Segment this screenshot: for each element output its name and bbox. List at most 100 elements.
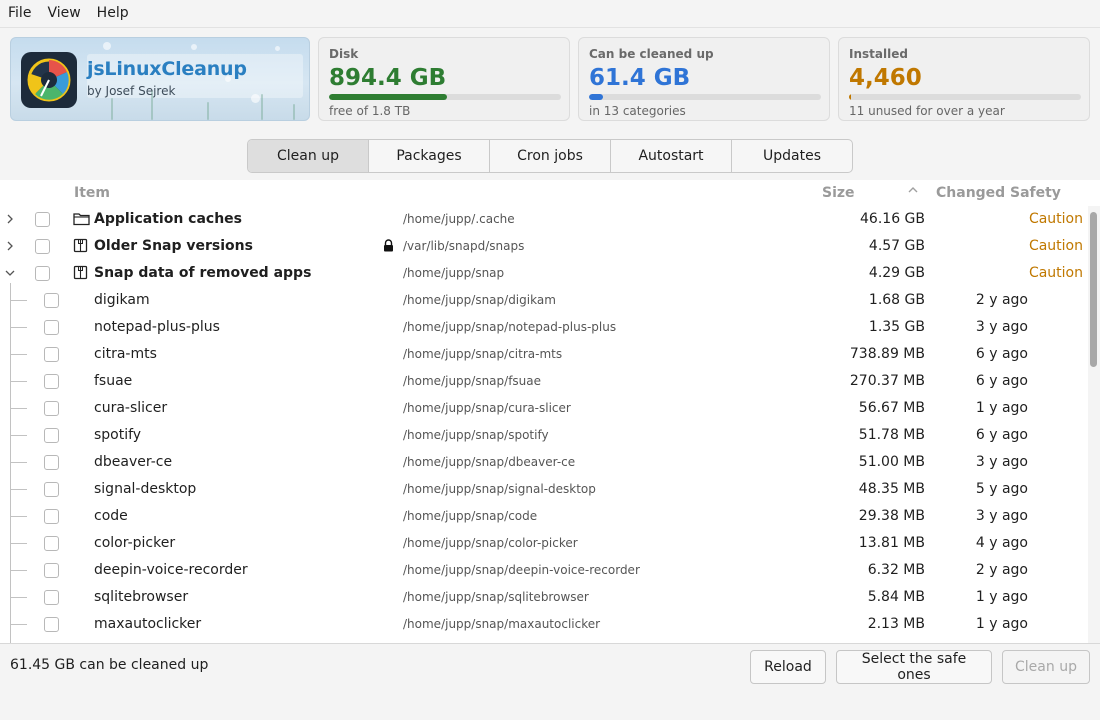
column-header-changed[interactable]: Changed	[936, 185, 1005, 201]
table-row[interactable]: digikam/home/jupp/snap/digikam 1.68 GB 2 y…	[0, 287, 1086, 314]
table-row[interactable]: dbeaver-ce/home/jupp/snap/dbeaver-ce 51.0…	[0, 449, 1086, 476]
tab-clean-up[interactable]: Clean up	[248, 140, 368, 172]
table-row[interactable]: spotify/home/jupp/snap/spotify 51.78 MB 6 …	[0, 422, 1086, 449]
row-changed: 3 y ago	[975, 319, 1028, 335]
row-checkbox[interactable]	[35, 266, 50, 281]
row-checkbox[interactable]	[44, 536, 59, 551]
row-checkbox[interactable]	[44, 455, 59, 470]
row-size: 2.13 MB	[867, 616, 925, 632]
row-changed: 1 y ago	[975, 616, 1028, 632]
tree-branch-line	[10, 300, 27, 301]
brand-banner: jsLinuxCleanup by Josef Sejrek	[10, 37, 310, 121]
table-row[interactable]: sqlitebrowser/home/jupp/snap/sqlitebrows…	[0, 584, 1086, 611]
tree-branch-line	[10, 489, 27, 490]
row-name: dbeaver-ce	[94, 454, 173, 470]
menu-view[interactable]: View	[39, 0, 88, 27]
row-path: /var/lib/snapd/snaps	[403, 239, 525, 253]
row-name: maxautoclicker	[94, 616, 202, 632]
table-row[interactable]: citra-mts/home/jupp/snap/citra-mts 738.89…	[0, 341, 1086, 368]
tab-autostart[interactable]: Autostart	[610, 140, 731, 172]
seaweed-decoration	[293, 104, 295, 120]
tree-branch-line	[10, 624, 27, 625]
row-checkbox[interactable]	[44, 428, 59, 443]
row-checkbox[interactable]	[44, 347, 59, 362]
tab-bar: Clean up Packages Cron jobs Autostart Up…	[247, 139, 853, 173]
row-changed: 6 y ago	[975, 427, 1028, 443]
tree-branch-line	[10, 516, 27, 517]
row-checkbox[interactable]	[44, 320, 59, 335]
tab-updates[interactable]: Updates	[731, 140, 852, 172]
table-row[interactable]: signal-desktop/home/jupp/snap/signal-des…	[0, 476, 1086, 503]
chevron-right-icon[interactable]	[4, 212, 16, 226]
category-row[interactable]: Older Snap versions/var/lib/snapd/snaps 4…	[0, 233, 1086, 260]
row-checkbox[interactable]	[44, 374, 59, 389]
chevron-down-icon[interactable]	[4, 266, 16, 280]
row-name: code	[94, 508, 128, 524]
row-changed: 2 y ago	[975, 292, 1028, 308]
row-name: Older Snap versions	[94, 238, 253, 254]
row-checkbox[interactable]	[44, 563, 59, 578]
select-safe-button[interactable]: Select the safe ones	[836, 650, 992, 684]
safety-badge: Caution	[1028, 211, 1083, 227]
row-path: /home/jupp/snap/maxautoclicker	[403, 617, 601, 631]
cleanup-table: Item Size Changed Safety Application cac…	[0, 180, 1100, 643]
menu-bar: File View Help	[0, 0, 1100, 27]
tree-branch-line	[10, 543, 27, 544]
table-header: Item Size Changed Safety	[0, 180, 1086, 206]
table-row[interactable]: notepad-plus-plus/home/jupp/snap/notepad…	[0, 314, 1086, 341]
column-header-size[interactable]: Size	[822, 185, 855, 201]
bubble-decoration	[191, 44, 197, 50]
row-name: fsuae	[94, 373, 133, 389]
row-changed: 4 y ago	[975, 535, 1028, 551]
column-header-safety[interactable]: Safety	[1010, 185, 1061, 201]
chevron-up-icon	[908, 186, 918, 197]
row-checkbox[interactable]	[35, 212, 50, 227]
scrollbar-thumb[interactable]	[1090, 212, 1097, 367]
row-checkbox[interactable]	[35, 239, 50, 254]
menu-file[interactable]: File	[0, 0, 39, 27]
category-row[interactable]: Application caches/home/jupp/.cache 46.16…	[0, 206, 1086, 233]
row-changed: 3 y ago	[975, 454, 1028, 470]
brand-author: by Josef Sejrek	[87, 84, 176, 98]
tab-cron-jobs[interactable]: Cron jobs	[489, 140, 610, 172]
table-row[interactable]: deepin-voice-recorder/home/jupp/snap/dee…	[0, 557, 1086, 584]
safety-badge: Caution	[1028, 265, 1083, 281]
tree-branch-line	[10, 597, 27, 598]
row-changed: 6 y ago	[975, 346, 1028, 362]
clean-up-button[interactable]: Clean up	[1002, 650, 1090, 684]
status-text: 61.45 GB can be cleaned up	[10, 657, 209, 673]
installed-card: Installed 4,460 11 unused for over a yea…	[838, 37, 1090, 121]
tab-packages[interactable]: Packages	[368, 140, 489, 172]
table-row[interactable]: color-picker/home/jupp/snap/color-picker…	[0, 530, 1086, 557]
row-name: deepin-voice-recorder	[94, 562, 248, 578]
chevron-right-icon[interactable]	[4, 239, 16, 253]
row-size: 1.35 GB	[868, 319, 925, 335]
reload-button[interactable]: Reload	[750, 650, 826, 684]
folder-icon	[73, 211, 90, 230]
row-checkbox[interactable]	[44, 401, 59, 416]
vertical-scrollbar[interactable]	[1088, 206, 1100, 643]
table-row[interactable]: code/home/jupp/snap/code 29.38 MB 3 y ago	[0, 503, 1086, 530]
table-row[interactable]: cura-slicer/home/jupp/snap/cura-slicer 56…	[0, 395, 1086, 422]
row-checkbox[interactable]	[44, 590, 59, 605]
row-path: /home/jupp/snap/fsuae	[403, 374, 542, 388]
table-row[interactable]: maxautoclicker/home/jupp/snap/maxautocli…	[0, 611, 1086, 638]
row-checkbox[interactable]	[44, 482, 59, 497]
column-header-item[interactable]: Item	[74, 185, 110, 201]
table-row[interactable]: fsuae/home/jupp/snap/fsuae 270.37 MB 6 y a…	[0, 368, 1086, 395]
row-path: /home/jupp/snap/color-picker	[403, 536, 578, 550]
cleanable-value: 61.4 GB	[589, 65, 691, 91]
row-changed: 2 y ago	[975, 562, 1028, 578]
tree-branch-line	[10, 327, 27, 328]
row-path: /home/jupp/snap/notepad-plus-plus	[403, 320, 617, 334]
row-size: 6.32 MB	[867, 562, 925, 578]
row-checkbox[interactable]	[44, 617, 59, 632]
app-logo-icon	[21, 52, 77, 108]
row-path: /home/jupp/.cache	[403, 212, 515, 226]
row-checkbox[interactable]	[44, 293, 59, 308]
row-checkbox[interactable]	[44, 509, 59, 524]
tree-branch-line	[10, 462, 27, 463]
row-size: 29.38 MB	[858, 508, 925, 524]
category-row[interactable]: Snap data of removed apps/home/jupp/snap…	[0, 260, 1086, 287]
menu-help[interactable]: Help	[89, 0, 137, 27]
